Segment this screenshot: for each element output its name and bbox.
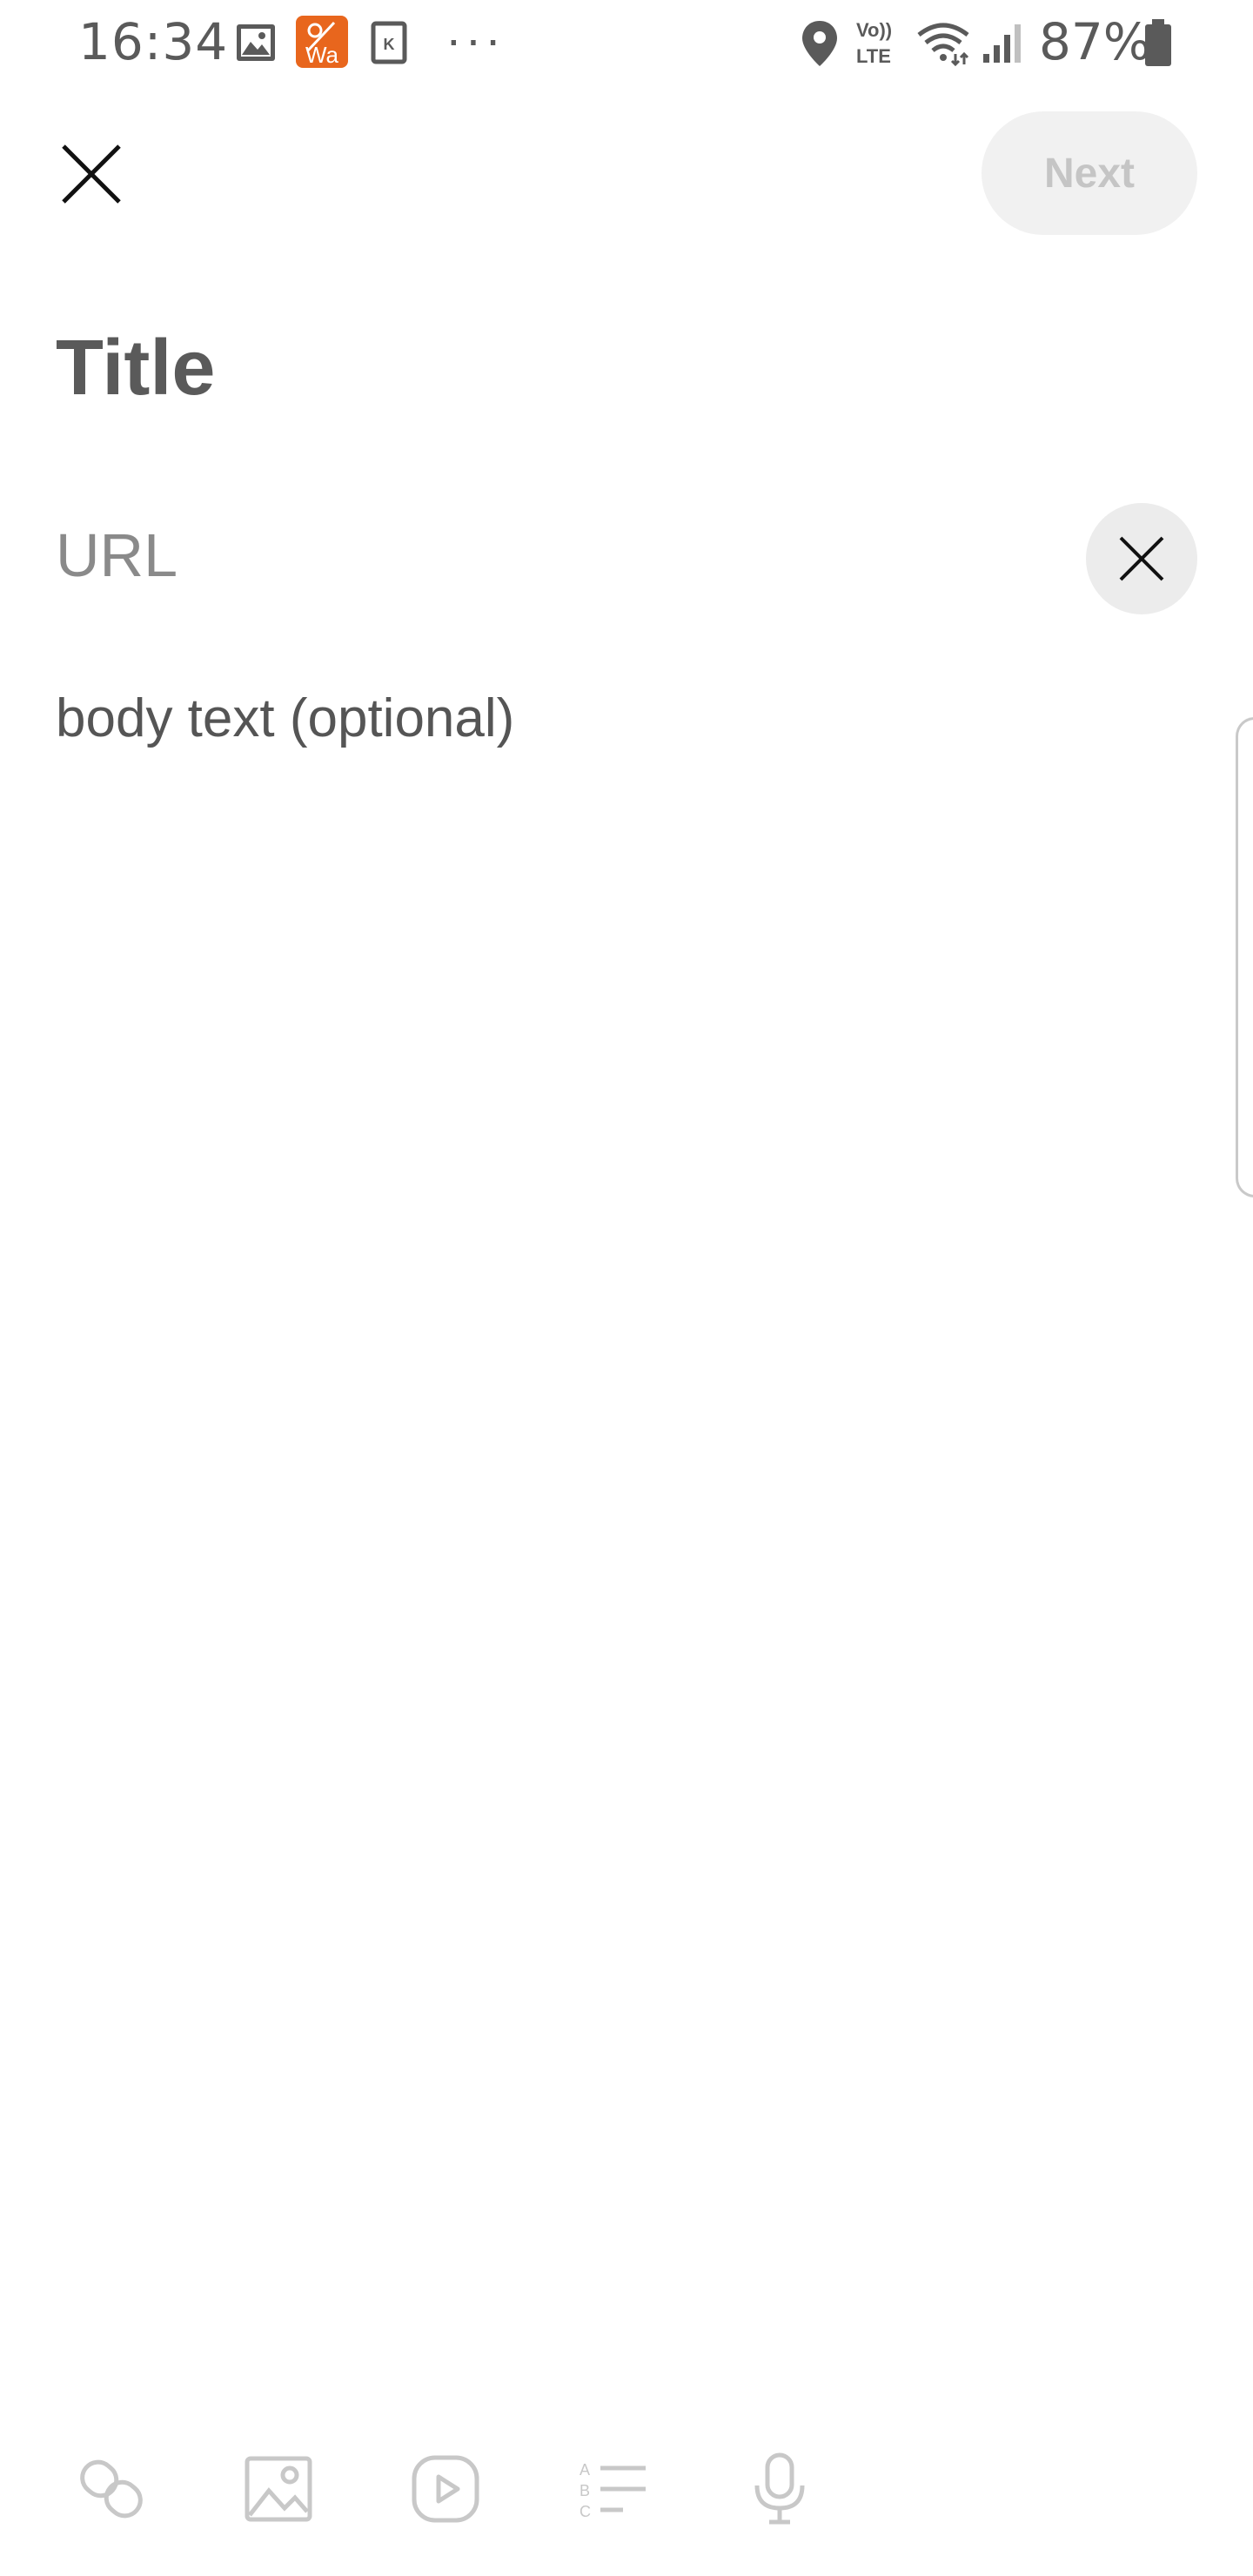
close-icon (62, 144, 121, 204)
microphone-button[interactable] (727, 2437, 832, 2541)
image-button[interactable] (226, 2437, 331, 2541)
svg-text:A: A (580, 2461, 590, 2479)
signal-icon (983, 24, 1021, 63)
status-bar: 16:34 Wa K ··· Vo)) LTE 87% (0, 0, 1253, 87)
status-overflow-dots: ··· (446, 11, 505, 66)
title-input[interactable]: Title (56, 324, 1187, 413)
volte-icon: Vo)) LTE (856, 19, 892, 67)
url-input[interactable]: URL (56, 520, 1013, 590)
formatting-toolbar: A B C (0, 2437, 1253, 2550)
create-post-screen: 16:34 Wa K ··· Vo)) LTE 87% Next Title U… (0, 0, 1253, 2576)
microphone-icon (754, 2452, 805, 2525)
list-button[interactable]: A B C (560, 2437, 665, 2541)
svg-text:C: C (580, 2503, 591, 2520)
close-button[interactable] (44, 131, 139, 218)
svg-text:Vo)): Vo)) (856, 19, 892, 41)
edge-panel-handle[interactable] (1236, 717, 1253, 1197)
next-button[interactable]: Next (982, 111, 1197, 235)
status-time: 16:34 (78, 12, 229, 71)
battery-icon (1145, 19, 1171, 66)
wa-app-icon: Wa (296, 16, 348, 68)
url-clear-button[interactable] (1086, 503, 1197, 614)
body-text-input[interactable]: body text (optional) (56, 688, 1187, 749)
battery-percent: 87% (1039, 12, 1151, 71)
wifi-icon (917, 23, 969, 66)
k-app-icon: K (371, 21, 407, 64)
svg-text:B: B (580, 2482, 590, 2499)
svg-text:K: K (384, 36, 395, 53)
gallery-icon (237, 24, 275, 61)
link-icon (80, 2459, 143, 2519)
video-button[interactable] (393, 2437, 498, 2541)
svg-text:Wa: Wa (305, 42, 339, 68)
video-icon (412, 2455, 479, 2523)
image-icon (245, 2456, 312, 2522)
close-icon (1119, 536, 1164, 581)
link-button[interactable] (59, 2437, 164, 2541)
list-icon: A B C (580, 2461, 646, 2520)
svg-text:LTE: LTE (856, 45, 891, 67)
location-icon (802, 21, 837, 66)
